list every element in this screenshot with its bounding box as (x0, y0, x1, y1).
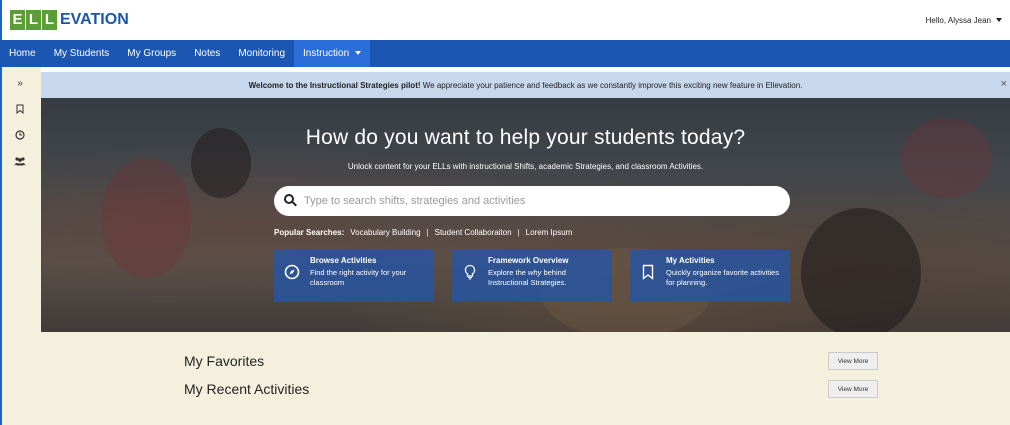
card-description: Find the right activity for your classro… (310, 268, 407, 287)
popular-search-link[interactable]: Vocabulary Building (350, 228, 420, 237)
nav-my-students[interactable]: My Students (45, 40, 119, 67)
hero-subtitle: Unlock content for your ELLs with instru… (347, 162, 704, 171)
lists-section: My Favorites View More My Recent Activit… (41, 332, 1010, 425)
popular-searches-label: Popular Searches: (274, 228, 345, 237)
logo-letter-l1: L (26, 10, 41, 30)
compass-icon (284, 264, 300, 280)
nav-monitoring[interactable]: Monitoring (229, 40, 294, 67)
card-title: My Activities (666, 256, 715, 265)
search-bar[interactable] (274, 186, 790, 216)
group-icon[interactable] (8, 151, 32, 171)
left-sidebar: » (0, 67, 41, 425)
desc-emphasis: why (528, 268, 542, 277)
logo-letter-l2: L (42, 10, 57, 30)
my-favorites-title: My Favorites (184, 353, 265, 369)
close-icon[interactable]: × (1001, 78, 1007, 90)
bookmark-icon[interactable] (8, 99, 32, 119)
user-menu[interactable]: Hello, Alyssa Jean (926, 16, 1002, 25)
nav-label: Home (9, 48, 36, 59)
logo-text: EVATION (60, 11, 129, 28)
nav-label: Instruction (303, 48, 350, 59)
lightbulb-icon (464, 264, 476, 280)
recent-view-more-button[interactable]: View More (828, 380, 878, 398)
nav-home[interactable]: Home (0, 40, 45, 67)
nav-notes[interactable]: Notes (185, 40, 229, 67)
separator: | (517, 228, 520, 237)
popular-search-link[interactable]: Student Collaboraiton (435, 228, 512, 237)
browse-activities-card[interactable]: Browse Activities Find the right activit… (274, 250, 434, 302)
nav-label: My Groups (127, 48, 177, 59)
logo-letter-e: E (10, 10, 25, 30)
my-recent-activities-title: My Recent Activities (184, 381, 310, 397)
hero-title: How do you want to help your students to… (305, 126, 746, 149)
clock-icon[interactable] (8, 125, 32, 145)
card-title: Framework Overview (488, 256, 569, 265)
chevron-down-icon (355, 51, 362, 56)
expand-icon[interactable]: » (8, 73, 32, 93)
nav-label: Monitoring (238, 48, 286, 59)
banner-bold-text: Welcome to the Instructional Strategies … (248, 80, 421, 90)
quick-links: Browse Activities Find the right activit… (274, 250, 790, 302)
framework-overview-card[interactable]: Framework Overview Explore the why behin… (452, 250, 612, 302)
search-input[interactable] (304, 195, 764, 207)
nav-my-groups[interactable]: My Groups (118, 40, 185, 67)
my-activities-card[interactable]: My Activities Quickly organize favorite … (630, 250, 790, 302)
hero-section: How do you want to help your students to… (41, 98, 1010, 332)
popular-search-link[interactable]: Lorem Ipsum (526, 228, 573, 237)
banner-message: Welcome to the Instructional Strategies … (249, 81, 803, 90)
ellevation-logo[interactable]: E L L EVATION (10, 9, 129, 31)
top-header: E L L EVATION Hello, Alyssa Jean (0, 0, 1010, 40)
card-title: Browse Activities (310, 256, 377, 265)
favorites-view-more-button[interactable]: View More (828, 352, 878, 370)
main-nav: Home My Students My Groups Notes Monitor… (0, 40, 1010, 67)
banner-text: We appreciate your patience and feedback… (420, 80, 803, 90)
popular-searches: Popular Searches: Vocabulary Building | … (274, 228, 572, 237)
desc-part: Explore the (488, 268, 529, 277)
separator: | (426, 228, 429, 237)
welcome-banner: Welcome to the Instructional Strategies … (41, 72, 1010, 98)
expand-glyph: » (17, 77, 23, 89)
nav-instruction[interactable]: Instruction (294, 40, 371, 67)
card-description: Quickly organize favorite activities for… (666, 268, 779, 287)
nav-label: My Students (53, 48, 110, 59)
nav-label: Notes (194, 48, 221, 59)
chevron-down-icon (996, 18, 1002, 22)
search-icon (284, 194, 298, 208)
bookmark-icon (642, 264, 654, 280)
user-greeting: Hello, Alyssa Jean (925, 15, 991, 25)
card-description: Explore the why behind Instructional Str… (488, 268, 606, 288)
